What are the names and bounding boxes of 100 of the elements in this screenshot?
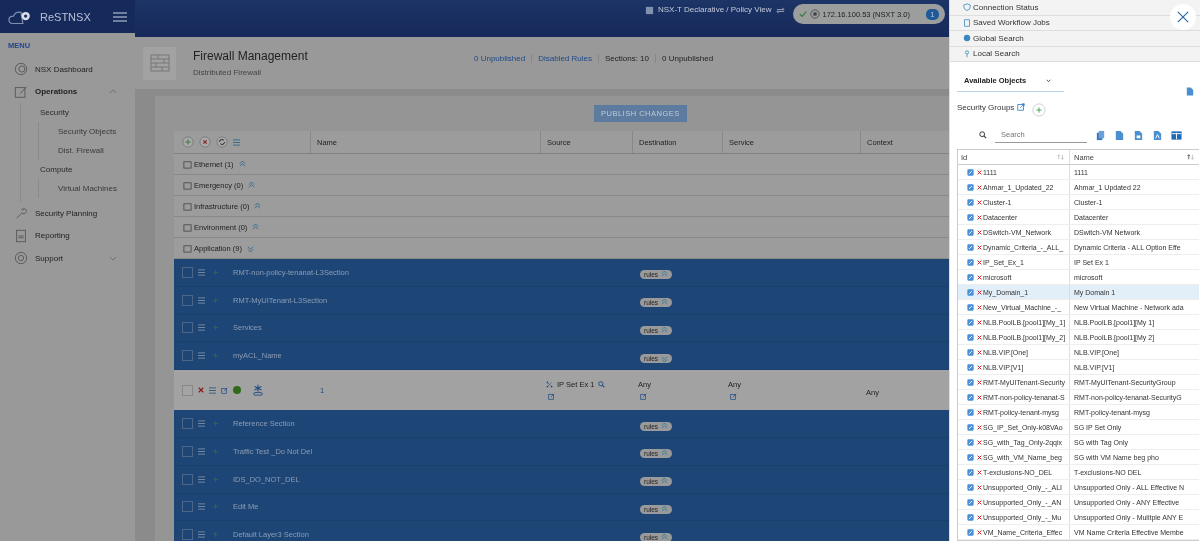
edit-icon[interactable]	[967, 258, 974, 266]
drag-handle-icon[interactable]	[198, 531, 205, 539]
delete-icon[interactable]	[977, 364, 982, 370]
edit-icon[interactable]	[967, 183, 974, 191]
checkbox[interactable]	[182, 322, 193, 334]
edit-icon[interactable]	[967, 363, 974, 371]
delete-icon[interactable]	[977, 469, 982, 475]
chevron-up-icon[interactable]	[238, 160, 246, 168]
sidebar-item[interactable]: NSX Dashboard	[35, 64, 117, 74]
delete-icon[interactable]	[977, 274, 982, 280]
columns-icon[interactable]	[1171, 129, 1182, 141]
edit-icon[interactable]	[967, 213, 974, 221]
edit-icon[interactable]	[967, 513, 974, 521]
zoom-in-icon[interactable]	[598, 381, 606, 389]
sidebar-subitem[interactable]: Security Objects	[39, 122, 135, 141]
drag-handle-icon[interactable]	[198, 503, 205, 511]
edit-icon[interactable]	[967, 408, 974, 416]
delete-icon[interactable]	[977, 484, 982, 490]
edit-icon[interactable]	[967, 378, 974, 386]
swap-icon[interactable]	[775, 6, 785, 15]
checkbox[interactable]	[182, 445, 193, 457]
accordion-header[interactable]: Connection Status	[950, 0, 1200, 16]
delete-icon[interactable]	[977, 229, 982, 235]
delete-icon[interactable]	[977, 244, 982, 250]
chevron-up-icon[interactable]	[254, 202, 262, 210]
edit-icon[interactable]	[967, 318, 974, 326]
delete-icon[interactable]	[977, 334, 982, 340]
sidebar-item[interactable]: Operations	[35, 87, 102, 97]
edit-icon[interactable]	[548, 393, 555, 401]
external-link-icon[interactable]	[1017, 103, 1026, 111]
checkbox[interactable]	[182, 418, 193, 430]
drag-handle-icon[interactable]	[198, 268, 205, 276]
delete-icon[interactable]	[977, 454, 982, 460]
accordion-header[interactable]: Global Search	[950, 31, 1200, 47]
copy-icon[interactable]	[1095, 129, 1106, 141]
delete-icon[interactable]	[977, 514, 982, 520]
edit-icon[interactable]	[967, 483, 974, 491]
edit-icon[interactable]	[967, 423, 974, 431]
delete-icon[interactable]	[977, 499, 982, 505]
menu-icon[interactable]	[113, 11, 127, 22]
add-icon[interactable]	[182, 136, 194, 148]
chevron-up-icon[interactable]	[252, 223, 260, 231]
drag-handle-icon[interactable]	[198, 447, 205, 455]
sidebar-item[interactable]: Reporting	[35, 231, 117, 241]
delete-icon[interactable]	[977, 184, 982, 190]
edit-icon[interactable]	[967, 498, 974, 506]
drag-handle-icon[interactable]	[198, 420, 205, 428]
edit-icon[interactable]	[967, 468, 974, 476]
sidebar-subitem[interactable]: Dist. Firewall	[39, 141, 135, 160]
checkbox[interactable]	[182, 473, 193, 485]
chevron-down-icon[interactable]	[109, 255, 117, 261]
file-icon[interactable]	[1152, 129, 1163, 141]
refresh-icon[interactable]	[216, 136, 228, 148]
edit-icon[interactable]	[967, 393, 974, 401]
edit-icon[interactable]	[967, 333, 974, 341]
drag-handle-icon[interactable]	[198, 296, 205, 304]
delete-icon[interactable]	[977, 394, 982, 400]
edit-icon[interactable]	[640, 393, 647, 401]
sidebar-item[interactable]: Security Planning	[35, 208, 117, 218]
edit-icon[interactable]	[967, 228, 974, 236]
edit-icon[interactable]	[967, 528, 974, 536]
checkbox[interactable]	[182, 384, 193, 396]
drag-handle-icon[interactable]	[198, 352, 205, 360]
drag-handle-icon[interactable]	[198, 324, 205, 332]
sidebar-item[interactable]: Support	[35, 253, 102, 263]
edit-icon[interactable]	[967, 243, 974, 251]
checkbox[interactable]	[182, 529, 193, 541]
delete-icon[interactable]	[977, 439, 982, 445]
file-icon[interactable]	[1186, 86, 1194, 97]
delete-icon[interactable]	[977, 289, 982, 295]
checkbox[interactable]	[182, 350, 193, 362]
drag-handle-icon[interactable]	[209, 386, 216, 394]
edit-icon[interactable]	[967, 303, 974, 311]
edit-icon[interactable]	[967, 438, 974, 446]
delete-icon[interactable]	[977, 259, 982, 265]
delete-icon[interactable]	[977, 199, 982, 205]
sidebar-subitem[interactable]: Security	[21, 103, 135, 122]
chevron-up-icon[interactable]	[248, 181, 256, 189]
edit-icon[interactable]	[730, 393, 737, 401]
sidebar-subitem[interactable]: Virtual Machines	[39, 179, 135, 198]
delete-icon[interactable]	[977, 529, 982, 535]
chevron-up-icon[interactable]	[109, 89, 117, 95]
edit-icon[interactable]	[967, 168, 974, 176]
sidebar-subitem[interactable]: Compute	[21, 160, 135, 179]
delete-icon[interactable]	[977, 304, 982, 310]
delete-icon[interactable]	[199, 136, 211, 148]
delete-icon[interactable]	[977, 379, 982, 385]
edit-icon[interactable]	[221, 386, 228, 394]
delete-icon[interactable]	[977, 349, 982, 355]
delete-icon[interactable]	[977, 409, 982, 415]
checkbox[interactable]	[182, 501, 193, 513]
edit-icon[interactable]	[967, 348, 974, 356]
delete-icon[interactable]	[977, 214, 982, 220]
list-icon[interactable]	[233, 138, 240, 146]
delete-icon[interactable]	[198, 387, 204, 394]
delete-icon[interactable]	[977, 169, 982, 175]
checkbox[interactable]	[182, 266, 193, 278]
edit-icon[interactable]	[967, 273, 974, 281]
sort-icon[interactable]	[1187, 154, 1195, 160]
edit-icon[interactable]	[967, 288, 974, 296]
